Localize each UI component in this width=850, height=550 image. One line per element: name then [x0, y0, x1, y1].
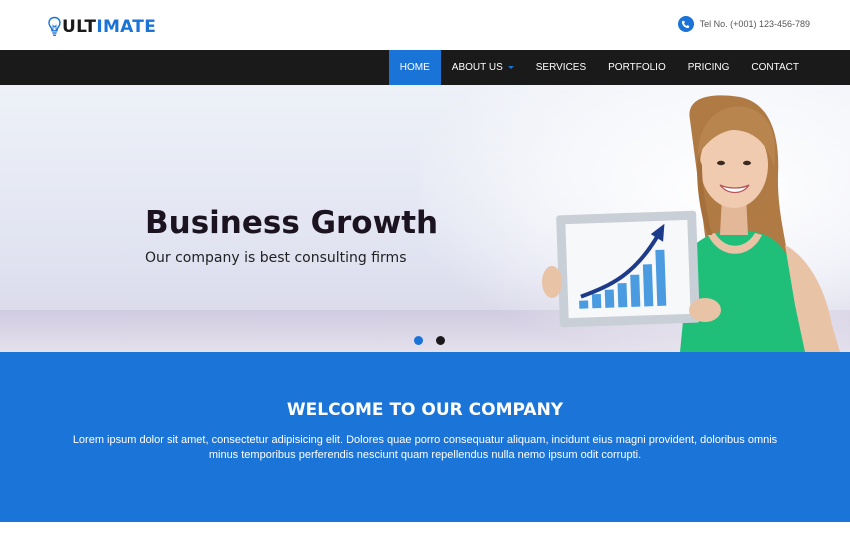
logo-text-accent: IMATE [96, 17, 157, 37]
hero-subtitle: Our company is best consulting firms [145, 250, 407, 266]
nav-item-about-us[interactable]: ABOUT US [441, 50, 525, 85]
phone-number: Tel No. (+001) 123-456-789 [699, 19, 810, 29]
hero-slider: Business Growth Our company is best cons… [0, 85, 850, 352]
nav-item-portfolio[interactable]: PORTFOLIO [597, 50, 677, 85]
nav-item-contact[interactable]: CONTACT [740, 50, 810, 85]
slider-pagination [414, 336, 458, 345]
nav-item-services[interactable]: SERVICES [525, 50, 597, 85]
caret-down-icon [507, 66, 514, 69]
lightbulb-icon [48, 16, 61, 36]
slider-dot[interactable] [436, 336, 445, 345]
logo[interactable]: ULTIMATE [48, 16, 156, 38]
slider-dot-active[interactable] [414, 336, 423, 345]
welcome-title: WELCOME TO OUR COMPANY [286, 400, 564, 420]
nav-item-label: PRICING [687, 62, 730, 73]
main-navbar: HOME ABOUT US SERVICES PORTFOLIO PRICING… [0, 50, 850, 85]
page-bottom [0, 522, 850, 550]
nav-item-home[interactable]: HOME [388, 50, 441, 85]
hero-title: Business Growth [145, 205, 439, 241]
phone-info: Tel No. (+001) 123-456-789 [677, 16, 810, 32]
nav-item-label: HOME [399, 62, 430, 73]
top-header: ULTIMATE Tel No. (+001) 123-456-789 [0, 0, 850, 50]
nav-item-label: PORTFOLIO [608, 62, 666, 73]
hero-image [542, 95, 840, 352]
logo-text-primary: ULT [62, 17, 97, 37]
phone-icon [677, 16, 694, 32]
welcome-section: WELCOME TO OUR COMPANY Lorem ipsum dolor… [0, 352, 850, 522]
nav-item-label: ABOUT US [451, 62, 503, 73]
nav-menu: HOME ABOUT US SERVICES PORTFOLIO PRICING… [388, 50, 810, 85]
nav-item-label: CONTACT [751, 62, 799, 73]
nav-item-label: SERVICES [535, 62, 587, 73]
welcome-text: Lorem ipsum dolor sit amet, consectetur … [72, 434, 778, 461]
nav-item-pricing[interactable]: PRICING [677, 50, 741, 85]
